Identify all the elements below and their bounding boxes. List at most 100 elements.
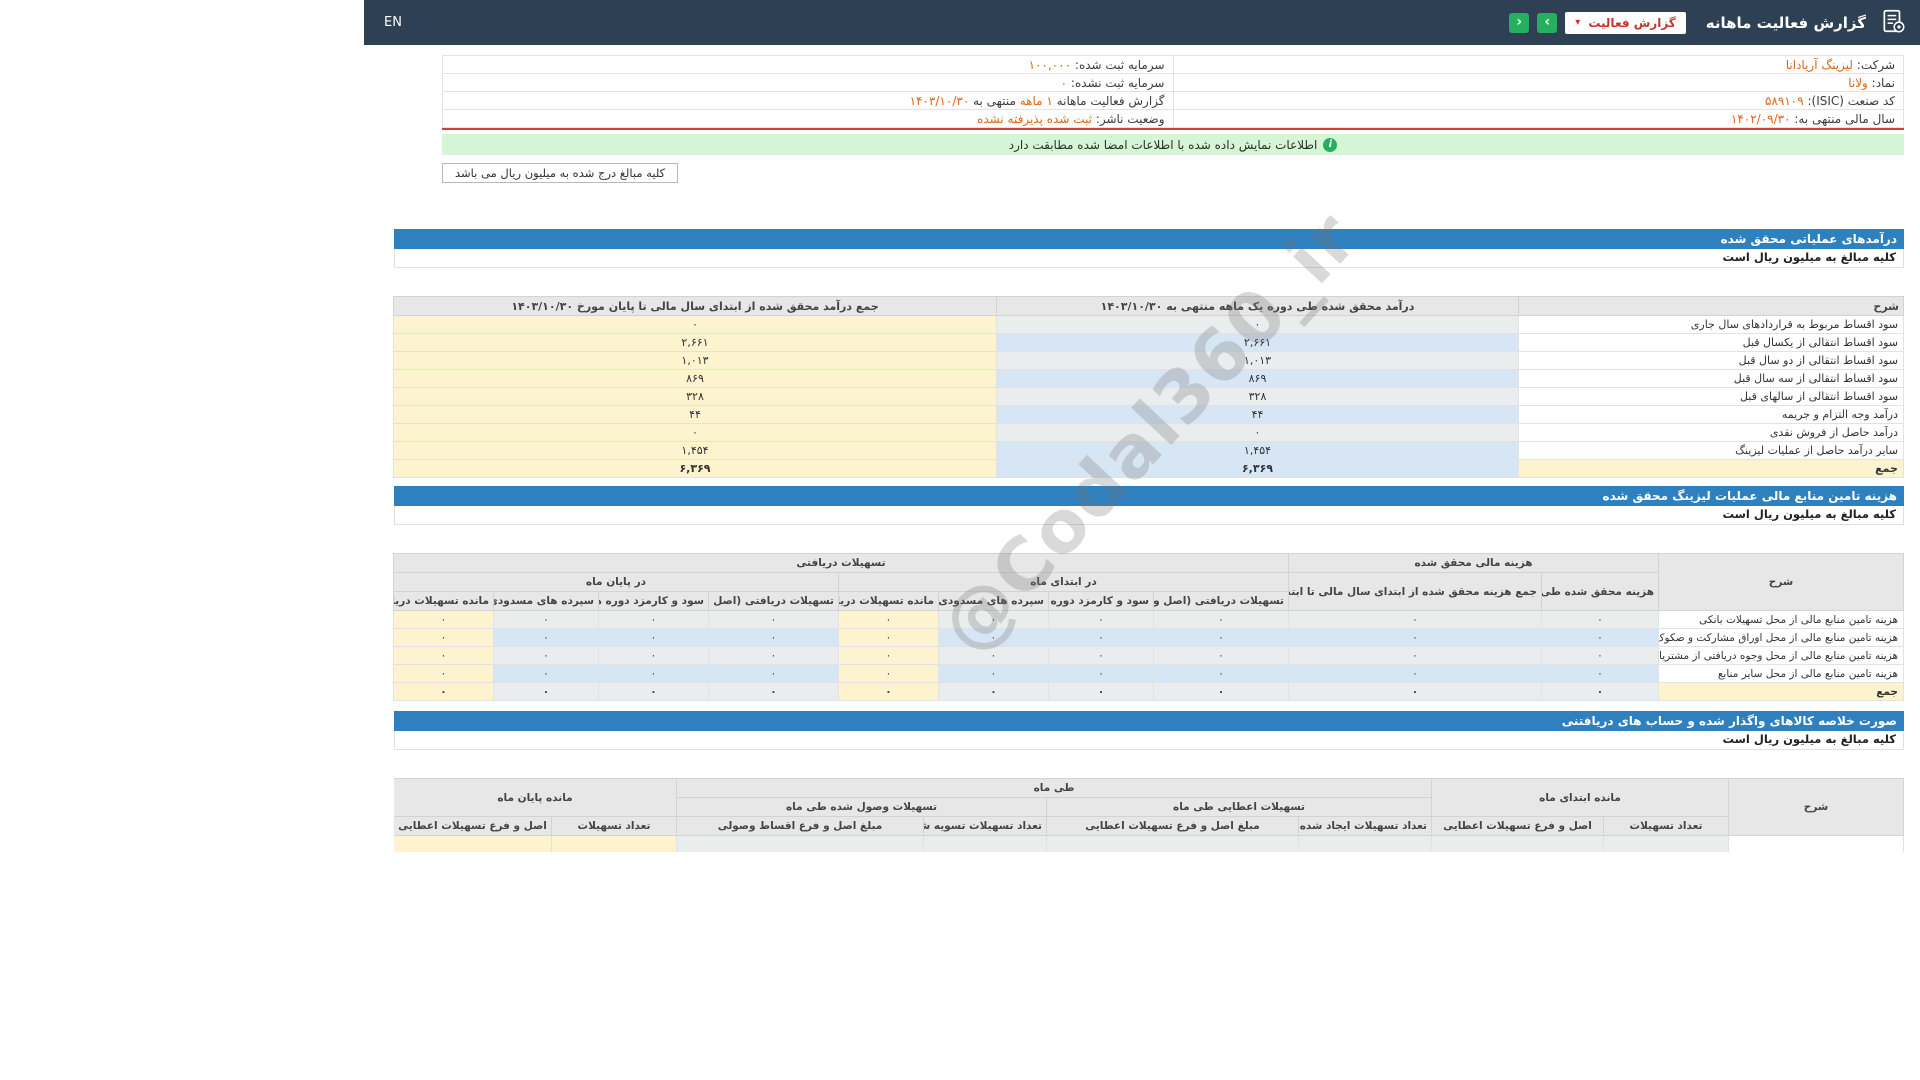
table-cell: ۰ <box>1152 628 1289 647</box>
symbol-link[interactable]: ولانا <box>1848 76 1868 90</box>
publisher-status-label: وضعیت ناشر: <box>1095 111 1165 126</box>
table-cell <box>551 835 677 852</box>
table-row: درآمد وجه التزام و جریمه ۴۴ ۴۴ <box>393 405 1904 424</box>
next-report-button[interactable]: › <box>1537 12 1558 33</box>
info-row: نماد: ولانا سرمایه ثبت نشده: ۰ <box>442 73 1904 92</box>
table-cell: ۰ <box>492 610 599 629</box>
table-row: سایر درآمد حاصل از عملیات لیزینگ ۱,۴۵۴ ۱,۴… <box>393 441 1904 460</box>
cell-total: ۳۲۸ <box>393 387 997 406</box>
cell-month: ۴۴ <box>996 405 1519 424</box>
group-header-cost: هزینه مالی محقق شده <box>1287 553 1660 573</box>
total-row: جمع ۰ ۰ ۰ ۰ ۰ ۰ ۰ ۰ ۰ ۰ <box>392 682 1904 701</box>
table-cell: ۰ <box>837 628 939 647</box>
fiscal-year-label: سال مالی منتهی به: <box>1794 111 1895 126</box>
revenue-table: شرح درآمد محقق شده طی دوره یک ماهه منتهی… <box>393 296 1904 478</box>
table-cell: ۰ <box>392 646 494 665</box>
cell-total: ۱,۰۱۳ <box>393 351 997 370</box>
column-header-facilities-balance-begin: مانده تسهیلات دریافتی <box>837 591 939 611</box>
symbol-label: نماد: <box>1871 75 1895 90</box>
cell-month: ۰ <box>996 315 1519 334</box>
registered-capital-cell: سرمایه ثبت شده: ۱۰۰,۰۰۰ <box>442 55 1174 74</box>
cell-total: ۸۶۹ <box>393 369 997 388</box>
cell-month: ۱,۴۵۴ <box>996 441 1519 460</box>
table-cell: ۰ <box>1287 664 1543 683</box>
cell-total: ۱,۴۵۴ <box>393 441 997 460</box>
registered-capital-value: ۱۰۰,۰۰۰ <box>1028 57 1072 72</box>
info-row: کد صنعت (ISIC): ۵۸۹۱۰۹ گزارش فعالیت ماها… <box>442 91 1904 110</box>
table-cell: ۰ <box>492 682 599 701</box>
column-header-granted-amount: مبلغ اصل و فرع تسهیلات اعطایی <box>1046 816 1299 836</box>
table-cell: ۰ <box>1287 610 1543 629</box>
table-cell: ۰ <box>1152 664 1289 683</box>
table-cell: ۰ <box>937 610 1049 629</box>
table-cell: ۰ <box>1047 628 1154 647</box>
table-cell <box>1603 835 1729 852</box>
group-header-month-end: در پایان ماه <box>392 572 839 592</box>
partial-table-row <box>394 835 1904 852</box>
column-header-cost-total: جمع هزینه محقق شده از ابتدای سال مالی تا… <box>1287 572 1543 611</box>
row-label: درآمد حاصل از فروش نقدی <box>1518 423 1904 442</box>
cell-month: ۶,۳۶۹ <box>996 459 1519 478</box>
company-link[interactable]: لیزینگ آریادانا <box>1786 58 1853 72</box>
report-period-date: ۱۴۰۳/۱۰/۳۰ <box>909 93 970 108</box>
row-label: جمع <box>1658 682 1904 701</box>
table-cell: ۰ <box>1541 664 1659 683</box>
report-period-label: گزارش فعالیت ماهانه <box>1056 93 1165 108</box>
cell-month: ۲,۶۶۱ <box>996 333 1519 352</box>
table-cell <box>1046 835 1299 852</box>
row-label: سود اقساط مربوط به قراردادهای سال جاری <box>1518 315 1904 334</box>
table-cell: ۰ <box>392 610 494 629</box>
company-info-table: شرکت: لیزینگ آریادانا سرمایه ثبت شده: ۱۰… <box>442 55 1904 128</box>
cell-month: ۱,۰۱۳ <box>996 351 1519 370</box>
amounts-note-box: کلیه مبالغ درج شده به میلیون ریال می باش… <box>442 163 679 183</box>
table-row: هزینه تامین منابع مالی از محل وجوه دریاف… <box>392 646 1904 665</box>
publisher-status-value: ثبت شده پذیرفته نشده <box>977 111 1092 126</box>
table-cell: ۰ <box>1047 682 1154 701</box>
column-header-desc: شرح <box>1728 778 1904 836</box>
table-row: سود اقساط انتقالی از سه سال قبل ۸۶۹ ۸۶۹ <box>393 369 1904 388</box>
banner-text: اطلاعات نمایش داده شده با اطلاعات امضا ش… <box>1008 137 1318 152</box>
company-info-section: شرکت: لیزینگ آریادانا سرمایه ثبت شده: ۱۰… <box>442 55 1904 130</box>
summary-table-clip: شرح مانده ابتدای ماه طی ماه مانده پایان … <box>394 778 1904 852</box>
table-cell: ۰ <box>392 628 494 647</box>
topbar-right-group: گزارش فعالیت ماهانه گزارش فعالیت ▾ › ‹ <box>1509 8 1906 38</box>
table-row: هزینه تامین منابع مالی از محل اوراق مشار… <box>392 628 1904 647</box>
column-header-facilities-balance-end: مانده تسهیلات دریافتی <box>392 591 494 611</box>
signature-match-banner: i اطلاعات نمایش داده شده با اطلاعات امضا… <box>442 134 1904 155</box>
revenue-section: درآمدهای عملیاتی محقق شده کلیه مبالغ به … <box>393 229 1904 478</box>
cell-month: ۰ <box>996 423 1519 442</box>
isic-cell: کد صنعت (ISIC): ۵۸۹۱۰۹ <box>1172 91 1904 110</box>
table-cell: ۰ <box>1152 610 1289 629</box>
company-cell: شرکت: لیزینگ آریادانا <box>1172 55 1904 74</box>
table-row: سود اقساط انتقالی از دو سال قبل ۱,۰۱۳ ۱,۰۱… <box>393 351 1904 370</box>
group-header-granted: تسهیلات اعطایی طی ماه <box>1046 797 1432 817</box>
table-cell: ۰ <box>492 664 599 683</box>
table-cell: ۰ <box>837 682 939 701</box>
info-icon: i <box>1323 137 1338 152</box>
column-header-desc: شرح <box>1518 296 1904 316</box>
receivables-summary-table: شرح مانده ابتدای ماه طی ماه مانده پایان … <box>394 778 1904 852</box>
summary-section-header: صورت خلاصه کالاهای واگذار شده و حساب های… <box>394 711 1904 731</box>
table-cell: ۰ <box>392 682 494 701</box>
group-header-during-month: طی ماه <box>676 778 1432 798</box>
row-label: سود اقساط انتقالی از سالهای قبل <box>1518 387 1904 406</box>
summary-header-row-3: تعداد تسهیلات اصل و فرع تسهیلات اعطایی ت… <box>394 816 1904 836</box>
unregistered-capital-value: ۰ <box>1060 75 1068 90</box>
column-header-end-count: تعداد تسهیلات <box>551 816 677 836</box>
row-label: هزینه تامین منابع مالی از محل تسهیلات با… <box>1658 610 1904 629</box>
table-cell: ۰ <box>937 628 1049 647</box>
table-cell: ۰ <box>1541 610 1659 629</box>
unregistered-capital-cell: سرمایه ثبت نشده: ۰ <box>442 73 1174 92</box>
table-cell: ۰ <box>597 610 709 629</box>
table-cell <box>676 835 924 852</box>
column-header-blocked-deposits-end: سپرده های مسدودی <box>492 591 599 611</box>
column-header-total-revenue: جمع درآمد محقق شده از ابتدای سال مالی تا… <box>393 296 997 316</box>
unregistered-capital-label: سرمایه ثبت نشده: <box>1070 75 1165 90</box>
language-toggle-en[interactable]: EN <box>384 15 402 30</box>
isic-label: کد صنعت (ISIC): <box>1807 93 1895 108</box>
cell-total: ۰ <box>393 315 997 334</box>
report-type-dropdown[interactable]: گزارش فعالیت ▾ <box>1565 11 1686 34</box>
table-row: هزینه تامین منابع مالی از محل سایر منابع… <box>392 664 1904 683</box>
group-header-begin-balance: مانده ابتدای ماه <box>1431 778 1729 817</box>
prev-report-button[interactable]: ‹ <box>1509 12 1530 33</box>
